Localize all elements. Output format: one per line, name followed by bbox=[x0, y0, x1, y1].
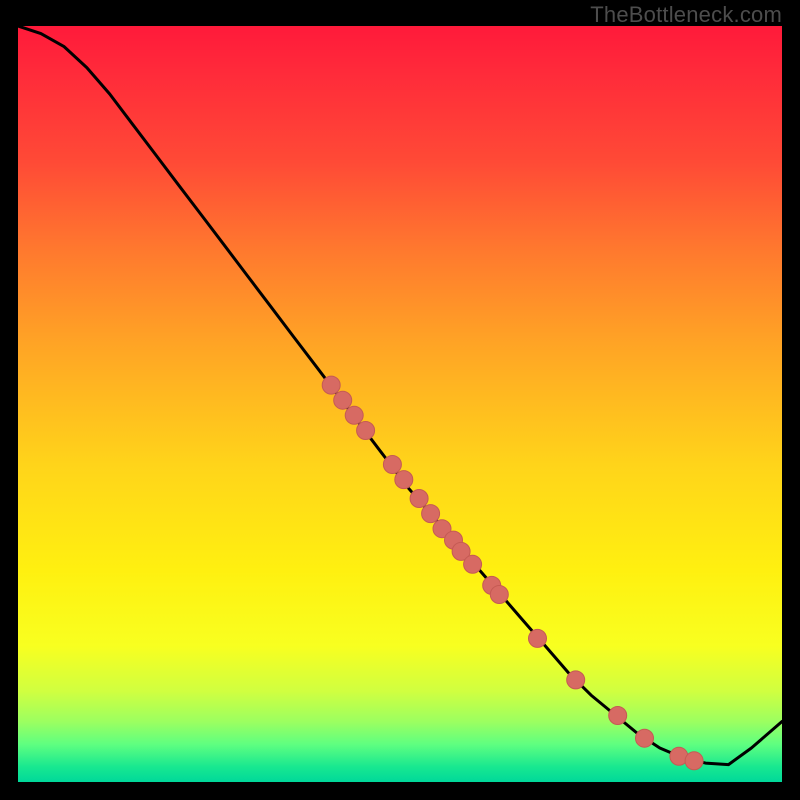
data-marker bbox=[490, 586, 508, 604]
data-marker bbox=[609, 707, 627, 725]
data-marker bbox=[357, 422, 375, 440]
watermark-text: TheBottleneck.com bbox=[590, 2, 782, 28]
data-marker bbox=[395, 471, 413, 489]
plot-area bbox=[18, 26, 782, 782]
curve-line bbox=[18, 26, 782, 765]
chart-svg bbox=[18, 26, 782, 782]
data-marker bbox=[636, 729, 654, 747]
data-marker bbox=[685, 752, 703, 770]
data-marker bbox=[464, 555, 482, 573]
data-marker bbox=[383, 456, 401, 474]
data-marker bbox=[410, 490, 428, 508]
data-marker bbox=[345, 406, 363, 424]
data-marker bbox=[567, 671, 585, 689]
data-marker bbox=[529, 629, 547, 647]
data-marker bbox=[422, 505, 440, 523]
data-marker bbox=[334, 391, 352, 409]
chart-frame: TheBottleneck.com bbox=[0, 0, 800, 800]
data-marker bbox=[322, 376, 340, 394]
